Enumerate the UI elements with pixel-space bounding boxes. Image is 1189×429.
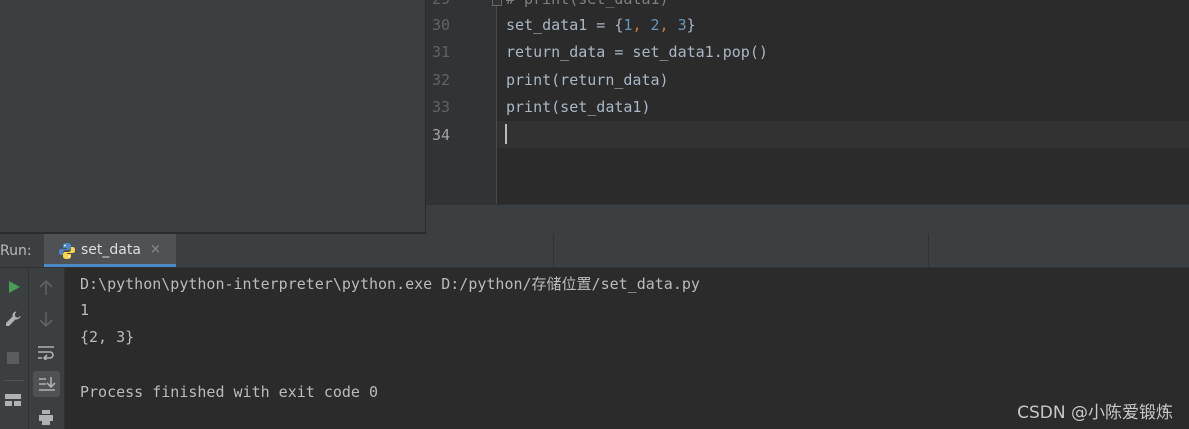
divider <box>553 234 554 267</box>
wrench-icon[interactable] <box>2 308 24 330</box>
line-number: 30 <box>431 16 450 34</box>
line-number: 29 <box>426 0 450 8</box>
run-toolbar-secondary <box>29 268 65 429</box>
console-line[interactable]: D:\python\python-interpreter\python.exe … <box>80 273 700 294</box>
number-token: 2 <box>650 16 660 34</box>
divider <box>928 234 929 267</box>
fold-icon[interactable] <box>492 0 502 6</box>
comma-token: , <box>659 16 669 34</box>
toolbar-separator <box>4 380 24 381</box>
run-toolbar-primary <box>0 268 29 429</box>
stop-icon[interactable] <box>3 348 23 368</box>
code-token: set_data1 = { <box>506 16 624 34</box>
current-line-highlight <box>497 121 1189 148</box>
console-line[interactable]: {2, 3} <box>80 328 134 346</box>
arrow-down-icon[interactable] <box>35 308 57 330</box>
line-number: 31 <box>431 43 450 61</box>
code-line[interactable]: print(set_data1) <box>506 98 651 116</box>
line-number-current: 34 <box>431 126 450 144</box>
run-tab-set-data[interactable]: set_data × <box>44 234 176 267</box>
text-caret <box>505 124 507 144</box>
watermark: CSDN @小陈爱锻炼 <box>1017 403 1173 423</box>
line-number: 33 <box>431 98 450 116</box>
run-tool-window-header: Run: set_data × <box>0 234 1189 268</box>
console-line[interactable]: Process finished with exit code 0 <box>80 383 378 401</box>
rerun-icon[interactable] <box>4 277 24 297</box>
project-panel <box>0 0 425 232</box>
print-icon[interactable] <box>35 406 57 428</box>
code-line[interactable]: # print(set_data1) <box>506 0 669 8</box>
console-line[interactable]: 1 <box>80 301 89 319</box>
python-icon <box>58 242 76 264</box>
tab-label: set_data <box>81 242 141 258</box>
code-line[interactable]: return_data = set_data1.pop() <box>506 43 768 61</box>
code-token: } <box>686 16 696 34</box>
code-line[interactable]: set_data1 = {1, 2, 3} <box>506 16 696 34</box>
arrow-up-icon[interactable] <box>35 277 57 299</box>
run-label: Run: <box>0 243 32 259</box>
close-icon[interactable]: × <box>150 242 161 257</box>
fold-guide <box>496 0 497 204</box>
code-editor[interactable]: 29 30 31 32 33 34 # print(set_data1) set… <box>426 0 1189 204</box>
editor-scroll-area <box>426 204 1189 234</box>
code-line[interactable]: print(return_data) <box>506 71 669 89</box>
line-number: 32 <box>431 71 450 89</box>
active-tab-indicator <box>44 264 176 267</box>
soft-wrap-icon[interactable] <box>35 341 57 363</box>
scroll-to-end-icon[interactable] <box>33 371 60 397</box>
layout-icon[interactable] <box>2 390 24 410</box>
line-number-gutter: 29 30 31 32 33 34 <box>426 0 496 204</box>
number-token: 3 <box>677 16 687 34</box>
